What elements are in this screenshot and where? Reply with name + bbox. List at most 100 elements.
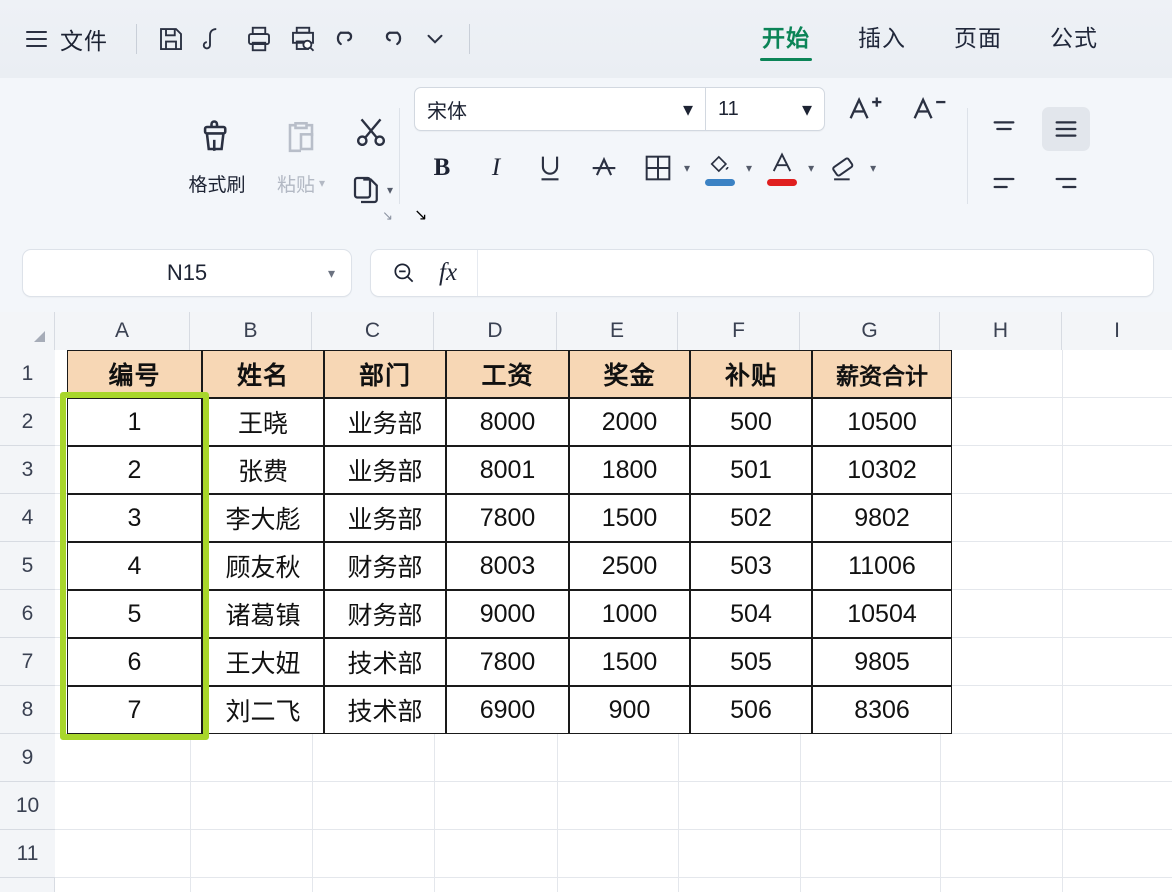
table-row[interactable]: 财务部: [324, 590, 446, 638]
table-row[interactable]: 业务部: [324, 398, 446, 446]
table-row[interactable]: 10500: [812, 398, 952, 446]
chevron-down-icon[interactable]: ▾: [319, 176, 325, 190]
table-row[interactable]: 505: [690, 638, 812, 686]
table-row[interactable]: 9802: [812, 494, 952, 542]
clipboard-dialog-launcher[interactable]: ↘: [382, 208, 393, 224]
table-row[interactable]: 504: [690, 590, 812, 638]
print-icon[interactable]: [237, 17, 281, 61]
row-header-10[interactable]: 10: [0, 782, 55, 830]
top-align-button[interactable]: [980, 107, 1028, 151]
chevron-down-icon[interactable]: [413, 17, 457, 61]
row-header-4[interactable]: 4: [0, 494, 55, 542]
table-header-cell[interactable]: 工资: [446, 350, 569, 398]
chevron-down-icon[interactable]: ▾: [746, 161, 752, 175]
table-row[interactable]: 技术部: [324, 638, 446, 686]
row-header-3[interactable]: 3: [0, 446, 55, 494]
table-header-cell[interactable]: 补贴: [690, 350, 812, 398]
decrease-font-size-button[interactable]: [907, 87, 953, 131]
cut-button[interactable]: [343, 104, 399, 160]
table-row[interactable]: 李大彪: [202, 494, 324, 542]
hamburger-menu-icon[interactable]: [26, 28, 52, 50]
column-header-f[interactable]: F: [678, 312, 800, 350]
tab-page[interactable]: 页面: [952, 13, 1004, 65]
paste-button[interactable]: 粘贴 ▾: [259, 101, 343, 211]
table-row[interactable]: 9000: [446, 590, 569, 638]
font-dialog-launcher[interactable]: ↘: [414, 205, 953, 225]
redo-icon[interactable]: [369, 17, 413, 61]
row-header-11[interactable]: 11: [0, 830, 55, 878]
table-row[interactable]: 4: [67, 542, 202, 590]
table-header-cell[interactable]: 薪资合计: [812, 350, 952, 398]
table-row[interactable]: 8000: [446, 398, 569, 446]
borders-button[interactable]: ▾: [634, 145, 690, 191]
align-right-button[interactable]: [1042, 161, 1090, 205]
column-header-i[interactable]: I: [1062, 312, 1172, 350]
column-header-b[interactable]: B: [190, 312, 312, 350]
row-header-7[interactable]: 7: [0, 638, 55, 686]
table-row[interactable]: 8001: [446, 446, 569, 494]
table-row[interactable]: 7800: [446, 494, 569, 542]
formula-input[interactable]: [477, 250, 1135, 296]
row-header-1[interactable]: 1: [0, 350, 55, 398]
table-row[interactable]: 11006: [812, 542, 952, 590]
table-row[interactable]: 王晓: [202, 398, 324, 446]
table-row[interactable]: 2: [67, 446, 202, 494]
table-row[interactable]: 900: [569, 686, 690, 734]
chevron-down-icon[interactable]: ▾: [684, 161, 690, 175]
table-row[interactable]: 顾友秋: [202, 542, 324, 590]
name-box[interactable]: N15 ▾: [22, 249, 352, 297]
table-row[interactable]: 6900: [446, 686, 569, 734]
table-header-cell[interactable]: 部门: [324, 350, 446, 398]
table-row[interactable]: 5: [67, 590, 202, 638]
tab-start[interactable]: 开始: [760, 13, 812, 65]
insert-function-button[interactable]: fx: [439, 259, 457, 287]
table-row[interactable]: 10302: [812, 446, 952, 494]
print-preview-icon[interactable]: [281, 17, 325, 61]
chevron-down-icon[interactable]: ▾: [387, 183, 393, 197]
tab-insert[interactable]: 插入: [856, 13, 908, 65]
cells-area[interactable]: 编号 姓名 部门 工资 奖金 补贴 薪资合计 1 王晓 业务部 8000 200…: [55, 350, 1172, 892]
row-header-2[interactable]: 2: [0, 398, 55, 446]
table-row[interactable]: 诸葛镇: [202, 590, 324, 638]
middle-align-button[interactable]: [1042, 107, 1090, 151]
column-header-c[interactable]: C: [312, 312, 434, 350]
chevron-down-icon[interactable]: ▾: [675, 97, 693, 122]
table-row[interactable]: 501: [690, 446, 812, 494]
file-menu-button[interactable]: 文件: [60, 22, 108, 56]
cloud-save-icon[interactable]: [193, 17, 237, 61]
table-row[interactable]: 技术部: [324, 686, 446, 734]
table-row[interactable]: 业务部: [324, 446, 446, 494]
table-row[interactable]: 8003: [446, 542, 569, 590]
save-icon[interactable]: [149, 17, 193, 61]
column-header-e[interactable]: E: [557, 312, 678, 350]
table-row[interactable]: 1: [67, 398, 202, 446]
table-header-cell[interactable]: 编号: [67, 350, 202, 398]
table-row[interactable]: 6: [67, 638, 202, 686]
underline-button[interactable]: [526, 145, 574, 191]
row-header-5[interactable]: 5: [0, 542, 55, 590]
italic-button[interactable]: I: [472, 145, 520, 191]
bold-button[interactable]: B: [418, 145, 466, 191]
table-row[interactable]: 2500: [569, 542, 690, 590]
column-header-d[interactable]: D: [434, 312, 557, 350]
row-header-6[interactable]: 6: [0, 590, 55, 638]
table-row[interactable]: 1500: [569, 494, 690, 542]
table-row[interactable]: 503: [690, 542, 812, 590]
chevron-down-icon[interactable]: ▾: [870, 161, 876, 175]
font-size-input[interactable]: 11 ▾: [706, 88, 824, 130]
clear-format-button[interactable]: ▾: [820, 145, 876, 191]
table-row[interactable]: 1000: [569, 590, 690, 638]
table-row[interactable]: 王大妞: [202, 638, 324, 686]
table-row[interactable]: 7: [67, 686, 202, 734]
row-header-9[interactable]: 9: [0, 734, 55, 782]
table-row[interactable]: 500: [690, 398, 812, 446]
select-all-corner[interactable]: [0, 312, 55, 350]
table-row[interactable]: 8306: [812, 686, 952, 734]
font-name-input[interactable]: 宋体 ▾: [415, 88, 705, 130]
table-row[interactable]: 张费: [202, 446, 324, 494]
font-color-button[interactable]: ▾: [758, 145, 814, 191]
format-painter-button[interactable]: 格式刷: [175, 101, 259, 211]
table-row[interactable]: 2000: [569, 398, 690, 446]
table-header-cell[interactable]: 姓名: [202, 350, 324, 398]
column-header-h[interactable]: H: [940, 312, 1062, 350]
